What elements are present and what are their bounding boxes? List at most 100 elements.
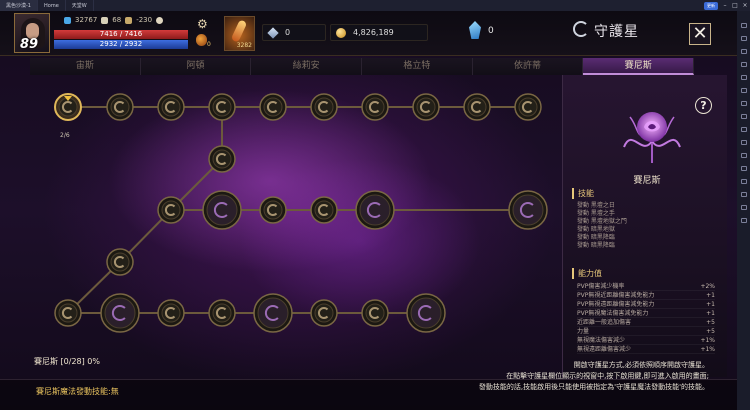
sidebar-tool-icon[interactable]	[740, 153, 747, 158]
guardian-major-node[interactable]	[508, 190, 548, 230]
ability-name: 無視魔法傷害減少	[577, 337, 626, 344]
crystal-value: 0	[488, 26, 494, 36]
guardian-star-node[interactable]	[54, 299, 82, 327]
ability-name: PVP傷害減少機率	[577, 283, 625, 290]
ability-row: 近距離一般追加傷害 +5	[577, 318, 715, 327]
guardian-major-node[interactable]	[406, 293, 446, 333]
magic-skill-status: 賽尼斯魔法發動技能:無	[36, 387, 119, 396]
guardian-star-node[interactable]	[259, 93, 287, 121]
ability-row: PVP無視近距離傷害減免能力 +1	[577, 291, 715, 300]
guardian-star-node[interactable]	[463, 93, 491, 121]
emulator-title-bar: 黑色沙漠-1 Home 天堂W 更新 – □ ×	[0, 0, 750, 11]
feather-icon	[230, 19, 248, 43]
skill-item: 發動 黑壇地獄之門	[577, 218, 627, 225]
guardian-star-node[interactable]	[157, 196, 185, 224]
guardian-star-node[interactable]	[208, 299, 236, 327]
diamond-balance[interactable]: 0	[262, 24, 326, 41]
game-screen: 89 32767 68 -230 7416 / 7416 2932 / 2932…	[0, 11, 737, 410]
guardian-major-node[interactable]	[253, 293, 293, 333]
emulator-update-badge[interactable]: 更新	[704, 1, 718, 10]
skill-item: 發動 暗黑地獄	[577, 226, 615, 233]
shield-icon	[125, 16, 133, 24]
tab-zeus[interactable]: 宙斯	[30, 58, 141, 75]
help-button[interactable]: ?	[695, 97, 712, 114]
top-hud: 89 32767 68 -230 7416 / 7416 2932 / 2932…	[0, 11, 737, 56]
gold-balance[interactable]: 4,826,189	[330, 24, 428, 41]
ability-value: +1	[706, 301, 715, 308]
emulator-tab-home[interactable]: Home	[38, 0, 66, 11]
sidebar-tool-icon[interactable]	[740, 62, 747, 67]
tab-aden[interactable]: 阿頓	[140, 58, 252, 75]
guardian-star-node[interactable]	[361, 299, 389, 327]
tree-total-progress: 賽尼斯 [0/28] 0%	[34, 357, 100, 366]
guardian-star-node[interactable]	[208, 145, 236, 173]
quick-slot-settings[interactable]: ⚙ 0	[193, 17, 219, 51]
item-count: 3282	[236, 42, 252, 49]
sidebar-tool-icon[interactable]	[740, 166, 747, 171]
guardian-major-node[interactable]	[355, 190, 395, 230]
guardian-star-node[interactable]	[310, 196, 338, 224]
sidebar-tool-icon[interactable]	[740, 179, 747, 184]
buff-icon	[156, 16, 164, 24]
guardian-major-node[interactable]	[202, 190, 242, 230]
sidebar-tool-icon[interactable]	[740, 88, 747, 93]
tab-eva[interactable]: 依許蒂	[472, 58, 584, 75]
tree-canvas	[54, 93, 548, 333]
skill-item: 發動 黑壇之手	[577, 210, 615, 217]
sidebar-tool-icon[interactable]	[740, 49, 747, 54]
person-icon	[101, 16, 109, 24]
guardian-star-node[interactable]	[157, 93, 185, 121]
diamond-value: 0	[285, 28, 291, 37]
tab-sayha[interactable]: 賽尼斯	[583, 58, 695, 75]
guardian-star-tree	[0, 75, 560, 379]
close-button[interactable]: ✕	[689, 23, 711, 45]
sidebar-tool-icon[interactable]	[740, 140, 747, 145]
guardian-star-node[interactable]	[106, 93, 134, 121]
gold-coin-icon	[336, 28, 346, 38]
skill-item: 發動 暗黑降臨	[577, 234, 615, 241]
minimize-icon[interactable]: –	[720, 2, 730, 9]
ability-row: PVP無視遠距離傷害減免能力 +1	[577, 300, 715, 309]
skill-item: 發動 黑壇之日	[577, 202, 615, 209]
skill-item: 發動 暗黑降臨	[577, 242, 615, 249]
page-title: 守護星	[594, 24, 639, 40]
guardian-star-node[interactable]	[514, 93, 542, 121]
sidebar-tool-icon[interactable]	[740, 75, 747, 80]
potion-icon[interactable]	[196, 34, 207, 46]
sidebar-tool-icon[interactable]	[740, 218, 747, 223]
ability-row: PVP傷害減少機率 +2%	[577, 282, 715, 291]
sidebar-tool-icon[interactable]	[740, 36, 747, 41]
maximize-icon[interactable]: □	[730, 2, 740, 9]
sidebar-tool-icon[interactable]	[740, 114, 747, 119]
ability-value: +1	[706, 310, 715, 317]
guardian-star-node[interactable]	[157, 299, 185, 327]
sidebar-tool-icon[interactable]	[740, 205, 747, 210]
guardian-star-node[interactable]	[310, 299, 338, 327]
guardian-star-node[interactable]	[259, 196, 287, 224]
diamond-icon	[267, 27, 279, 39]
sidebar-tool-icon[interactable]	[740, 127, 747, 132]
guardian-star-node[interactable]	[310, 93, 338, 121]
ability-name: PVP無視魔法傷害減免能力	[577, 310, 649, 317]
ability-row: 無視遠距離傷害減少 +1%	[577, 345, 715, 354]
crystal-icon	[469, 21, 481, 39]
guardian-star-node[interactable]	[208, 93, 236, 121]
window-close-icon[interactable]: ×	[740, 2, 750, 9]
sidebar-tool-icon[interactable]	[740, 101, 747, 106]
tab-gran-kain[interactable]: 格立特	[362, 58, 473, 75]
ability-row: 力量 +5	[577, 327, 715, 336]
rose-emblem-icon	[623, 112, 681, 163]
ability-value: +1%	[700, 337, 715, 344]
guardian-star-node[interactable]	[361, 93, 389, 121]
ability-value: +1%	[700, 346, 715, 353]
gear-icon[interactable]: ⚙	[197, 17, 208, 31]
sidebar-tool-icon[interactable]	[740, 192, 747, 197]
guardian-star-node[interactable]	[412, 93, 440, 121]
quick-item-slot[interactable]: 3282	[224, 16, 255, 51]
sidebar-tool-icon[interactable]	[740, 23, 747, 28]
emulator-tab-instance[interactable]: 黑色沙漠-1	[0, 0, 38, 11]
tab-shilien[interactable]: 絲莉安	[251, 58, 363, 75]
guardian-major-node[interactable]	[100, 293, 140, 333]
emulator-tab-game[interactable]: 天堂W	[66, 0, 94, 11]
guardian-star-node[interactable]	[106, 248, 134, 276]
